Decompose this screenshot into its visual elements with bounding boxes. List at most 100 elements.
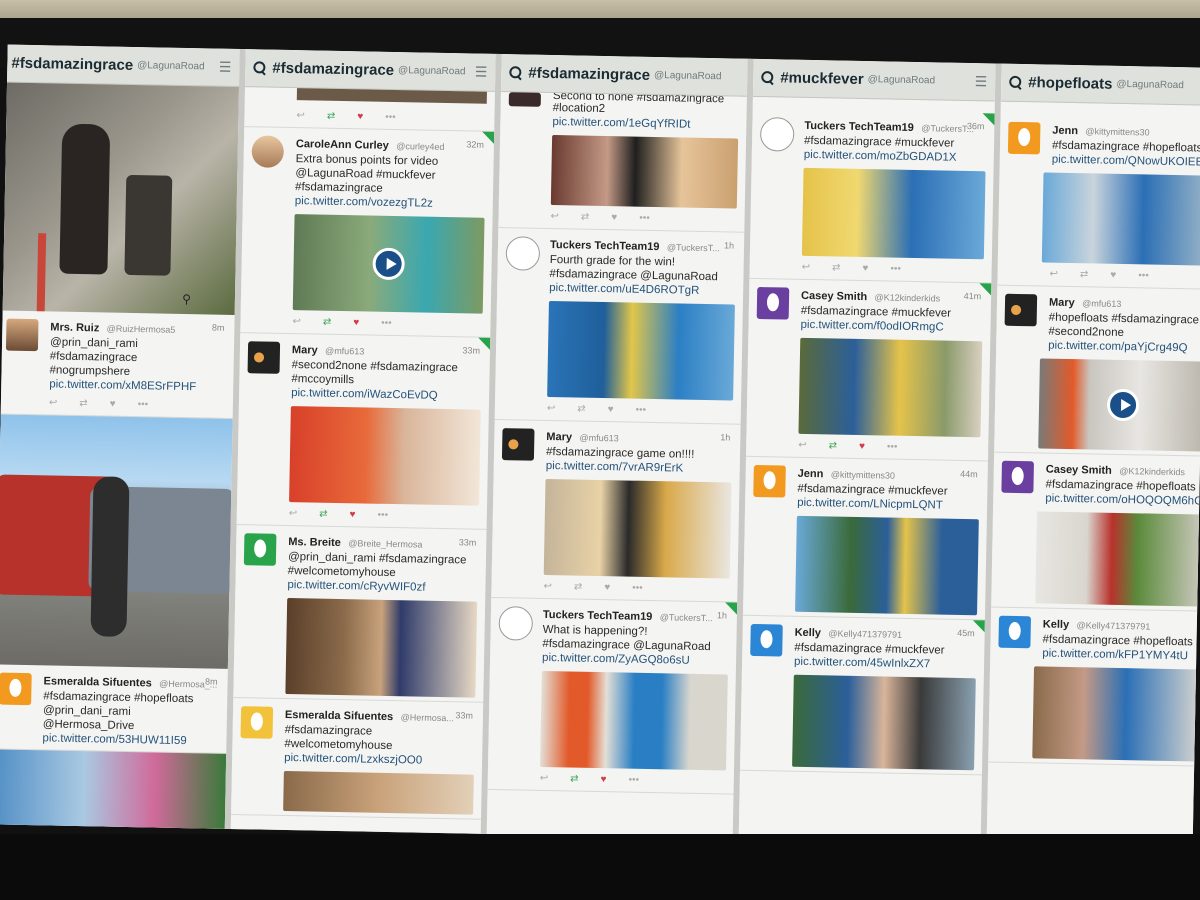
tweet-author-name[interactable]: Jenn [1052,125,1078,137]
tweet-media[interactable] [550,135,739,209]
tweet-author-name[interactable]: Kelly [795,627,822,640]
tweet[interactable]: Second to none #fsdamazingrace #location… [498,92,747,233]
tweet-author-name[interactable]: CaroleAnn Curley [296,138,389,152]
tweet-author-name[interactable]: Tuckers TechTeam19 [550,239,660,253]
tweet[interactable]: Jenn @kittymittens30 #fsdamazingrace #ho… [997,113,1200,290]
heart-icon[interactable]: ♥ [1110,269,1116,280]
avatar[interactable] [508,92,541,107]
reply-icon[interactable]: ↩ [798,439,807,450]
retweet-icon[interactable]: ⇄ [577,403,586,414]
tweet-author-handle[interactable]: @K12kinderkids [1119,466,1185,477]
play-icon[interactable] [1106,388,1140,422]
tweet[interactable]: Casey Smith @K12kinderkids 41m #fsdamazi… [746,278,992,462]
tweet[interactable]: Ms. Breite @Breite_Hermosa 33m @prin_dan… [233,525,487,703]
heart-icon[interactable]: ♥ [353,317,359,328]
tweet-link[interactable]: pic.twitter.com/vozezgTL2z [295,194,485,212]
reply-icon[interactable]: ↩ [540,772,549,783]
tweet-timestamp[interactable]: 33m [462,345,480,355]
retweet-icon[interactable]: ⇄ [1080,269,1089,280]
tweet-author-name[interactable]: Tuckers TechTeam19 [804,120,914,134]
settings-sliders-icon[interactable]: ☰ [975,73,988,90]
tweet-timestamp[interactable]: 36m [967,121,985,131]
tweet-author-handle[interactable]: @TuckersT... [667,242,720,253]
settings-sliders-icon[interactable]: ☰ [219,59,232,76]
more-icon[interactable]: ••• [628,774,639,785]
tweet-media[interactable] [283,770,474,815]
tweet-media[interactable] [289,406,481,506]
tweet-author-name[interactable]: Mary [546,431,572,443]
heart-icon[interactable]: ♥ [600,774,606,785]
avatar[interactable] [756,286,790,320]
retweet-icon[interactable]: ⇄ [327,110,336,121]
more-icon[interactable]: ••• [639,212,650,223]
tweet[interactable]: Esmeralda Sifuentes @Hermosa_... 8m #fsd… [0,664,228,754]
tweet-media[interactable] [1032,666,1200,762]
tweet-media[interactable] [285,598,478,698]
tweet-link[interactable]: pic.twitter.com/paYjCrg49Q [1048,339,1200,356]
tweet[interactable]: Tuckers TechTeam19 @TuckersT... 36m #fsd… [749,108,995,284]
more-icon[interactable]: ••• [381,317,392,328]
retweet-icon[interactable]: ⇄ [319,508,328,519]
tweet-author-handle[interactable]: @K12kinderkids [874,292,940,303]
tweet-author-handle[interactable]: @mfu613 [579,433,618,444]
heart-icon[interactable]: ♥ [357,111,363,122]
more-icon[interactable]: ••• [887,441,898,452]
tweet-link[interactable]: pic.twitter.com/1eGqYfRIDt [552,115,738,133]
tweet-timestamp[interactable]: 1h [717,610,727,620]
avatar[interactable] [505,236,541,271]
avatar[interactable] [5,318,39,352]
retweet-icon[interactable]: ⇄ [574,581,583,592]
tweet-author-handle[interactable]: @mfu613 [1082,298,1121,309]
reply-icon[interactable]: ↩ [547,402,556,413]
more-icon[interactable]: ••• [385,111,396,122]
tweet-author-name[interactable]: Mary [292,344,318,356]
tweet-media[interactable] [540,670,728,771]
settings-sliders-icon[interactable]: ☰ [475,64,488,81]
avatar[interactable] [753,464,786,498]
tweet[interactable]: Mary @mfu613 1h #fsdamazingrace game on!… [491,419,741,603]
tweet[interactable]: Mary @mfu613 #hopefloats #fsdamazingrace… [994,285,1200,457]
avatar[interactable] [498,606,534,641]
avatar[interactable] [998,615,1032,649]
reply-icon[interactable]: ↩ [296,110,305,121]
tweet-author-handle[interactable]: @Hermosa... [401,712,454,723]
tweet-timestamp[interactable]: 41m [964,291,982,301]
tweet-link[interactable]: pic.twitter.com/QNowUKOIEB [1052,153,1200,170]
reply-icon[interactable]: ↩ [802,261,811,272]
tweet-author-name[interactable]: Casey Smith [801,290,867,303]
tweet-author-handle[interactable]: @kittymittens30 [831,469,895,480]
reply-icon[interactable]: ↩ [292,316,301,327]
tweet-author-name[interactable]: Ms. Breite [288,536,341,549]
more-icon[interactable]: ••• [890,263,901,274]
tweet[interactable]: Tuckers TechTeam19 @TuckersT... 1h Fourt… [494,228,745,425]
more-icon[interactable]: ••• [1138,270,1149,281]
avatar[interactable] [1001,460,1034,494]
tweet-media[interactable] [795,515,979,616]
tweet-timestamp[interactable]: 8m [212,323,225,333]
avatar[interactable] [1007,121,1041,155]
reply-icon[interactable]: ↩ [543,580,552,591]
tweet-timestamp[interactable]: 1h [720,432,730,442]
avatar[interactable] [240,706,274,739]
tweet-link[interactable]: pic.twitter.com/iWazCoEvDQ [291,386,481,404]
reply-icon[interactable]: ↩ [550,211,559,222]
tweet-media[interactable] [1041,172,1200,266]
tweet[interactable]: Casey Smith @K12kinderkids #fsdamazingra… [991,452,1200,612]
tweet-media[interactable] [547,300,735,401]
tweet[interactable]: Jenn @kittymittens30 44m #fsdamazingrace… [742,456,988,621]
avatar[interactable] [1004,293,1038,327]
reply-icon[interactable]: ↩ [1049,268,1058,279]
tweet-author-name[interactable]: Kelly [1043,619,1070,632]
heart-icon[interactable]: ♥ [604,582,610,593]
tweet-timestamp[interactable]: 33m [455,710,473,720]
tweet[interactable]: Kelly @Kelly471379791 #fsdamazingrace #h… [988,607,1200,767]
tweet-author-name[interactable]: Jenn [798,468,824,480]
heart-icon[interactable]: ♥ [110,398,116,409]
tweet-author-handle[interactable]: @Kelly471379791 [1076,620,1150,631]
tweet-author-handle[interactable]: @Breite_Hermosa [348,538,422,549]
avatar[interactable] [243,533,277,566]
tweet[interactable]: Mrs. Ruiz @RuizHermosa5 8m @prin_dani_ra… [0,310,235,419]
tweet-link[interactable]: pic.twitter.com/xM8ESrFPHF [49,377,225,394]
tweet-media[interactable] [801,167,986,260]
tweet-link[interactable]: pic.twitter.com/oHOQOQM6hG [1045,492,1200,509]
